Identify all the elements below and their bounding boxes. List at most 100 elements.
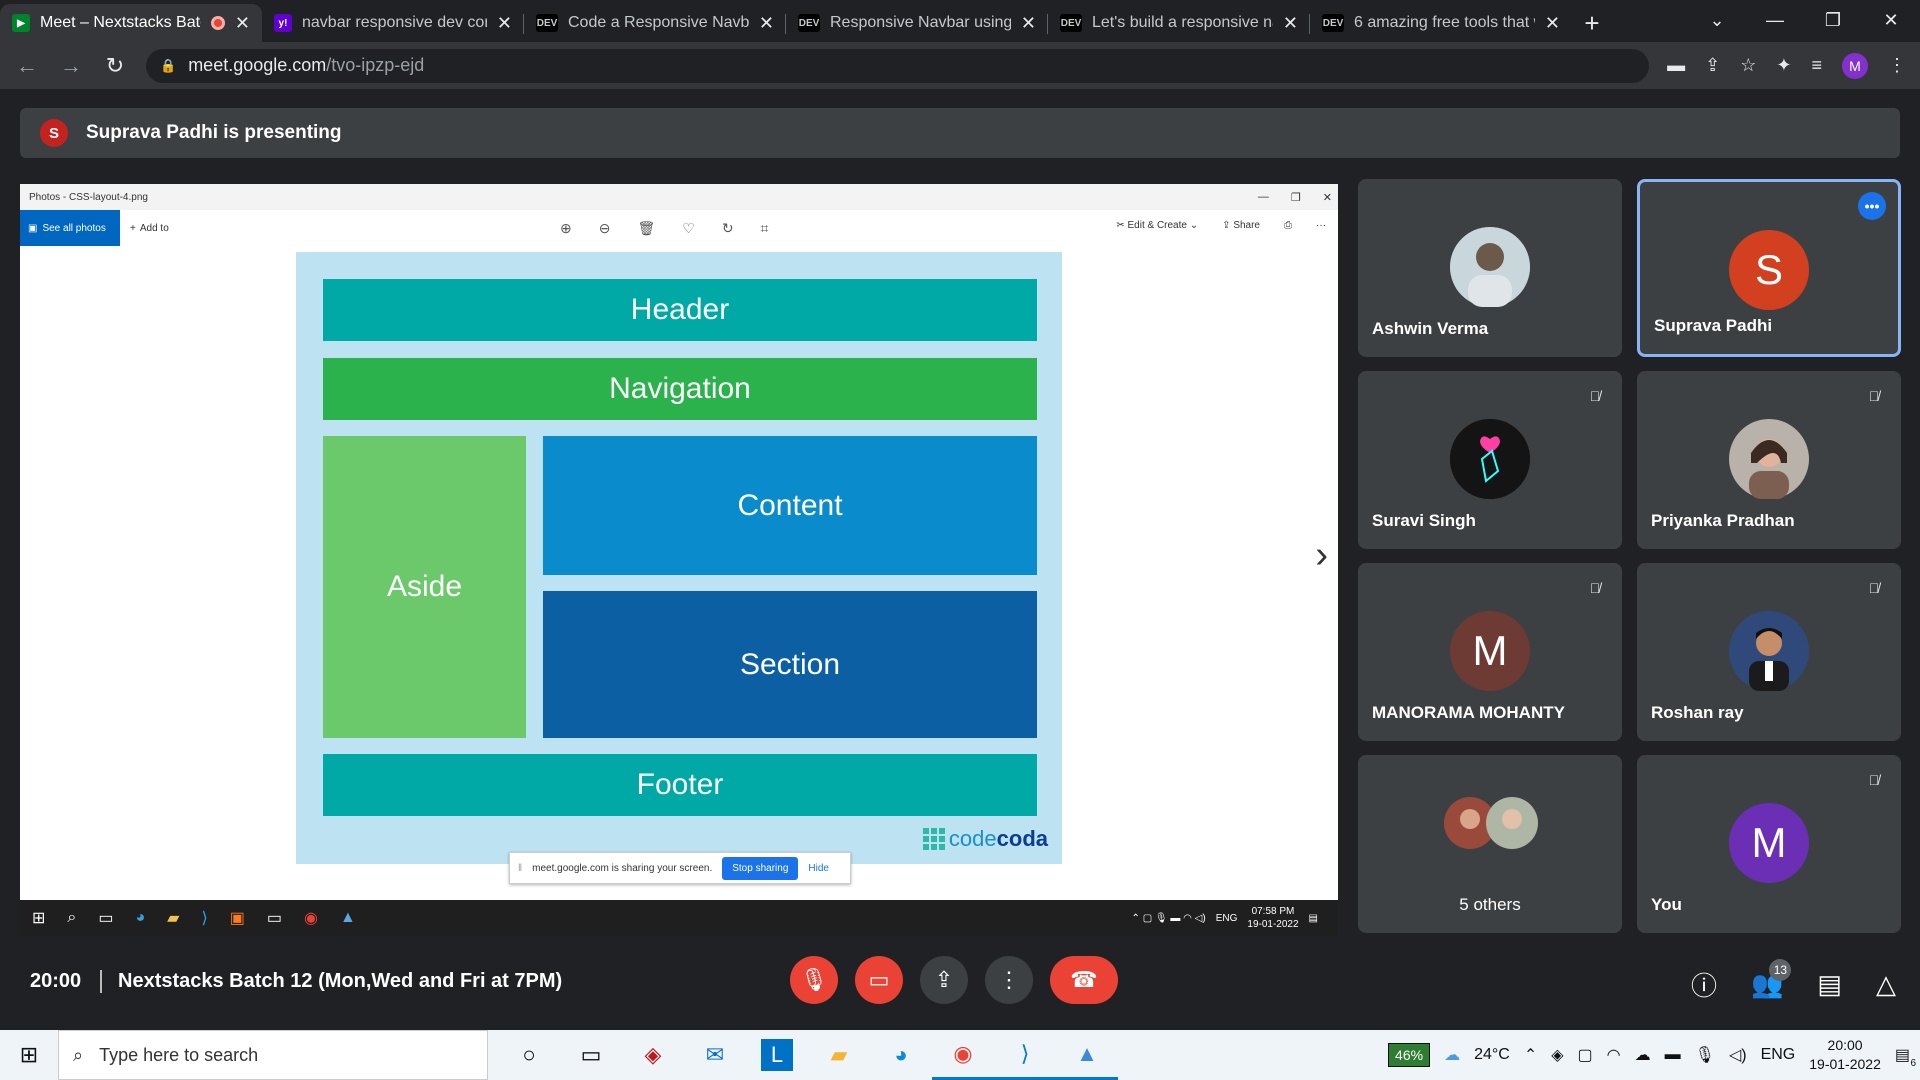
- participant-tile[interactable]: M 🎙̸ MANORAMA MOHANTY: [1358, 563, 1622, 741]
- mail-icon[interactable]: ✉: [684, 1030, 746, 1080]
- mcafee-tray-icon[interactable]: ◈: [1551, 1045, 1563, 1065]
- close-tab-icon[interactable]: ✕: [1021, 13, 1036, 34]
- close-tab-icon[interactable]: ✕: [235, 13, 250, 34]
- weather-icon[interactable]: ☁: [1444, 1045, 1460, 1065]
- mcafee-icon[interactable]: ◈: [622, 1030, 684, 1080]
- tab-label: Responsive Navbar using H: [830, 14, 1011, 31]
- tray-icons: ⌃ ▢ 🎙 ▬ ◠ ◁): [1131, 912, 1206, 924]
- self-tile[interactable]: M 🎙̸ You: [1637, 755, 1901, 933]
- battery-indicator[interactable]: 46%: [1388, 1043, 1431, 1067]
- participant-tile-highlighted[interactable]: S ••• Suprava Padhi: [1637, 179, 1901, 357]
- leave-call-button[interactable]: ☎: [1050, 956, 1118, 1004]
- avatar-photo: [1729, 419, 1809, 499]
- language-indicator[interactable]: ENG: [1761, 1046, 1796, 1064]
- lock-icon[interactable]: 🔒: [160, 58, 176, 74]
- chat-icon[interactable]: ▤: [1817, 969, 1842, 1000]
- tab-code-navbar[interactable]: DEV Code a Responsive Navbar ✕: [524, 4, 786, 42]
- participant-name: You: [1651, 895, 1682, 914]
- activities-icon[interactable]: △: [1876, 969, 1896, 1000]
- more-options-icon[interactable]: •••: [1858, 192, 1886, 220]
- extensions-icon[interactable]: ✦: [1776, 55, 1791, 76]
- more-options-button[interactable]: ⋮: [985, 956, 1033, 1004]
- participant-tile[interactable]: 🎙̸ Priyanka Pradhan: [1637, 371, 1901, 549]
- back-button[interactable]: ←: [14, 53, 40, 79]
- microphone-icon[interactable]: 🎙: [1695, 1045, 1715, 1065]
- close-tab-icon[interactable]: ✕: [497, 13, 512, 34]
- weather-temp[interactable]: 24°C: [1474, 1046, 1510, 1064]
- people-count-badge: 13: [1769, 959, 1792, 981]
- zoom-out-icon: ⊖: [598, 220, 611, 236]
- forward-button[interactable]: →: [58, 53, 84, 79]
- screen: { "browser": { "tabs": [ {"favicon":"mee…: [0, 0, 1920, 1080]
- participant-tile[interactable]: 🎙̸ Roshan ray: [1637, 563, 1901, 741]
- tab-navbar-responsive[interactable]: y! navbar responsive dev com ✕: [262, 4, 524, 42]
- tray-app-icon[interactable]: ▢: [1578, 1045, 1593, 1065]
- others-tile[interactable]: 5 others: [1358, 755, 1622, 933]
- yahoo-icon: y!: [274, 14, 292, 32]
- browser-toolbar: ← → ↻ 🔒 meet.google.com/tvo-ipzp-ejd ▬ ⇪…: [0, 42, 1920, 89]
- wifi-icon[interactable]: ◠: [1607, 1045, 1621, 1065]
- lync-icon[interactable]: L: [761, 1039, 793, 1071]
- bookmark-star-icon[interactable]: ☆: [1740, 55, 1756, 76]
- minimize-button[interactable]: —: [1746, 0, 1804, 40]
- taskbar-clock[interactable]: 20:00 19-01-2022: [1809, 1036, 1881, 1074]
- tab-search-icon[interactable]: ⌄: [1688, 0, 1746, 40]
- onedrive-icon[interactable]: ☁: [1635, 1045, 1651, 1065]
- search-icon: ⌕: [73, 1044, 84, 1065]
- mic-toggle-button[interactable]: 🎙: [790, 956, 838, 1004]
- chrome-icon: ◉: [303, 910, 318, 927]
- codecoda-logo: codecoda: [922, 826, 1048, 852]
- photos-app-icon[interactable]: ▲: [1056, 1030, 1118, 1080]
- tab-meet[interactable]: ▶ Meet – Nextstacks Batc ✕: [0, 4, 262, 42]
- notification-icon: ▤: [1308, 912, 1318, 924]
- photos-icon: ▣: [28, 222, 38, 234]
- task-view-icon[interactable]: ▭: [560, 1030, 622, 1080]
- restore-button[interactable]: ❐: [1804, 0, 1862, 40]
- close-tab-icon[interactable]: ✕: [759, 13, 774, 34]
- camera-toggle-button[interactable]: ▭: [855, 956, 903, 1004]
- volume-icon[interactable]: ◁): [1729, 1045, 1747, 1065]
- media-control-icon[interactable]: ≡: [1811, 55, 1822, 76]
- participant-tile[interactable]: 🎙̸ Suravi Singh: [1358, 371, 1622, 549]
- cortana-icon[interactable]: ○: [498, 1030, 560, 1080]
- shared-clock: 07:58 PM 19-01-2022: [1247, 905, 1298, 931]
- chrome-icon[interactable]: ◉: [932, 1030, 994, 1080]
- notification-count: 6: [1910, 1058, 1916, 1069]
- tab-label: navbar responsive dev com: [302, 14, 487, 31]
- tab-amazing-tools[interactable]: DEV 6 amazing free tools that w ✕: [1310, 4, 1572, 42]
- profile-avatar[interactable]: M: [1842, 52, 1868, 79]
- camera-icon[interactable]: ▬: [1667, 55, 1685, 76]
- logo-text: codecoda: [949, 826, 1048, 852]
- menu-icon[interactable]: ⋮: [1888, 55, 1906, 76]
- tab-label: 6 amazing free tools that w: [1354, 14, 1535, 31]
- system-tray: 46% ☁ 24°C ⌃ ◈ ▢ ◠ ☁ ▬ 🎙 ◁) ENG 20:00 19…: [1388, 1030, 1916, 1080]
- reload-button[interactable]: ↻: [102, 53, 128, 79]
- tab-lets-build[interactable]: DEV Let's build a responsive nav ✕: [1048, 4, 1310, 42]
- recording-icon: [210, 16, 225, 30]
- close-tab-icon[interactable]: ✕: [1545, 13, 1560, 34]
- present-button[interactable]: ⇪: [920, 956, 968, 1004]
- close-window-button[interactable]: ✕: [1862, 0, 1920, 40]
- file-explorer-icon[interactable]: ▰: [808, 1030, 870, 1080]
- taskbar-search-box[interactable]: ⌕ Type here to search: [58, 1030, 488, 1080]
- photos-app-icon: ▲: [339, 909, 356, 926]
- close-tab-icon[interactable]: ✕: [1283, 13, 1298, 34]
- meeting-info-icon[interactable]: ⓘ: [1691, 966, 1717, 1003]
- battery-icon[interactable]: ▬: [1665, 1046, 1681, 1064]
- participant-tile[interactable]: Ashwin Verma: [1358, 179, 1622, 357]
- vscode-icon[interactable]: ⟩: [994, 1030, 1056, 1080]
- notification-center-icon[interactable]: ▤ 6: [1895, 1045, 1916, 1069]
- windows-start-button[interactable]: ⊞: [0, 1030, 58, 1080]
- show-hidden-icons[interactable]: ⌃: [1524, 1045, 1537, 1065]
- windows-taskbar: ⊞ ⌕ Type here to search ○ ▭ ◈ ✉ L ▰ ◕ ◉ …: [0, 1030, 1920, 1080]
- people-button[interactable]: 👥 13: [1751, 959, 1792, 1000]
- new-tab-button[interactable]: +: [1572, 4, 1612, 42]
- address-bar[interactable]: 🔒 meet.google.com/tvo-ipzp-ejd: [146, 48, 1650, 83]
- tab-responsive-navbar[interactable]: DEV Responsive Navbar using H ✕: [786, 4, 1048, 42]
- edge-icon[interactable]: ◕: [870, 1030, 932, 1080]
- mic-off-icon: 🎙̸: [1582, 575, 1608, 601]
- avatar: M: [1450, 611, 1530, 691]
- share-icon[interactable]: ⇪: [1705, 55, 1720, 76]
- presenting-text: Suprava Padhi is presenting: [86, 122, 342, 143]
- app-icon: ▣: [229, 910, 245, 927]
